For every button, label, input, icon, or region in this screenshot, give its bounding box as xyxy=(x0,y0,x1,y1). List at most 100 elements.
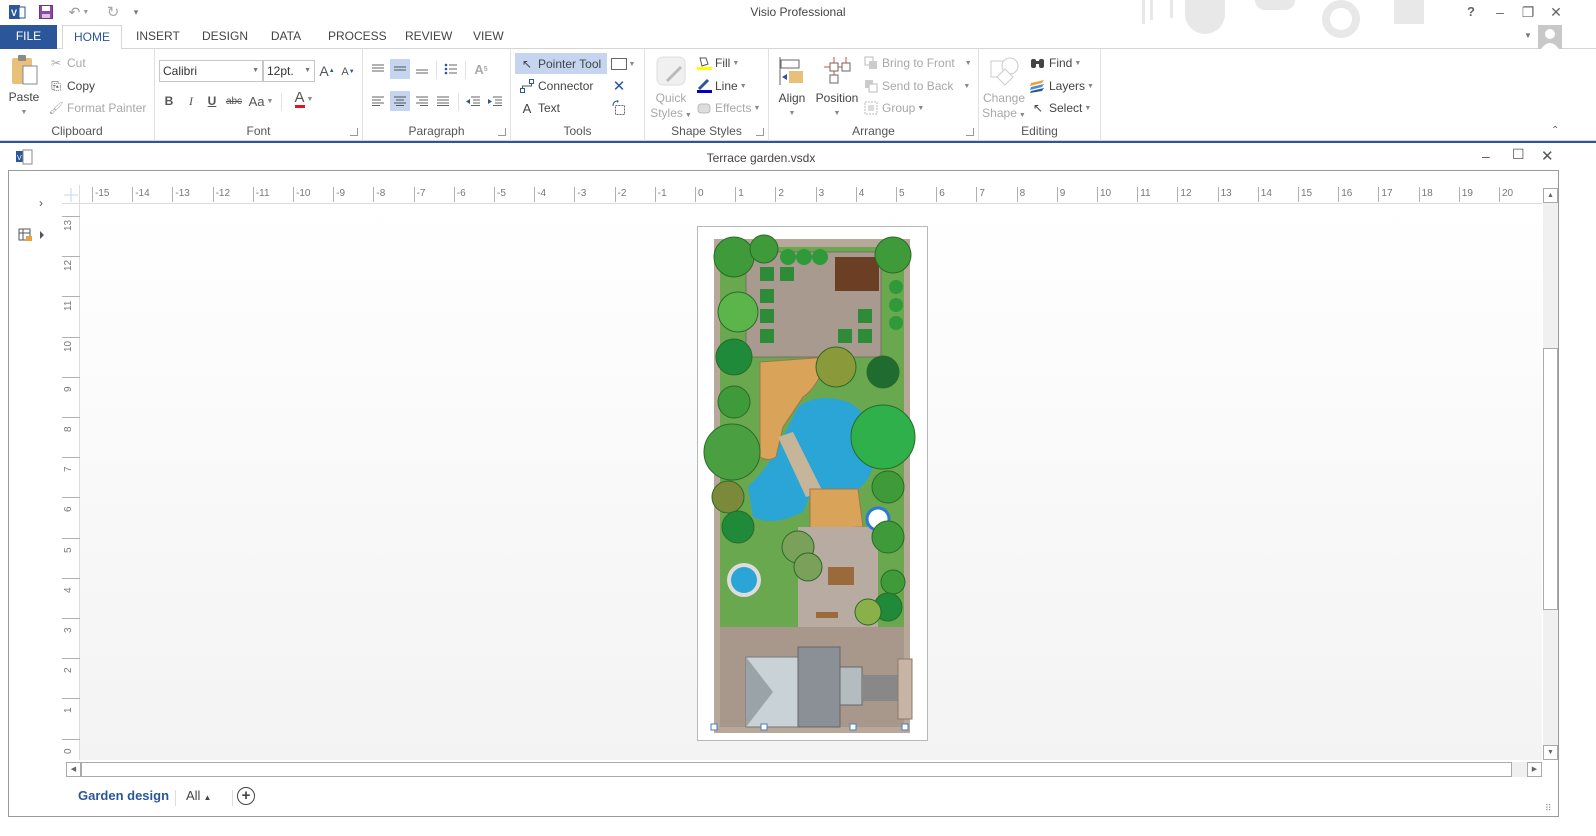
group-button[interactable]: Group ▼ xyxy=(863,98,924,118)
expand-shapes-panel-icon[interactable]: › xyxy=(39,196,43,210)
align-button[interactable]: Align ▼ xyxy=(773,55,811,121)
tab-view[interactable]: VIEW xyxy=(465,25,510,49)
ruler-tick: -13 xyxy=(172,187,190,202)
help-button[interactable]: ? xyxy=(1458,3,1484,21)
font-size-dropdown[interactable]: 12pt. ▼ xyxy=(263,60,315,82)
close-button[interactable]: ✕ xyxy=(1543,3,1569,21)
arrange-dialog-launcher[interactable] xyxy=(966,128,974,136)
justify-button[interactable] xyxy=(433,91,453,111)
connector-button[interactable]: Connector xyxy=(519,76,593,96)
select-button[interactable]: ↖ Select ▼ xyxy=(1030,98,1091,118)
bring-to-front-button[interactable]: Bring to Front ▼ xyxy=(863,53,972,73)
tab-file[interactable]: FILE xyxy=(0,25,57,49)
user-avatar[interactable] xyxy=(1538,25,1562,49)
account-dropdown-icon[interactable]: ▼ xyxy=(1524,31,1532,40)
tab-design[interactable]: DESIGN xyxy=(194,25,252,49)
align-bottom-button[interactable] xyxy=(412,59,432,79)
porch-roof xyxy=(839,666,863,706)
tab-process[interactable]: PROCESS xyxy=(320,25,388,49)
drawing-page[interactable] xyxy=(697,226,928,741)
restore-button[interactable]: ❐ xyxy=(1515,3,1541,21)
cut-button[interactable]: ✂ Cut xyxy=(48,53,86,73)
ruler-tick: 12 xyxy=(62,256,80,271)
quick-styles-button[interactable]: Quick Styles ▼ xyxy=(649,55,693,123)
italic-button[interactable]: I xyxy=(181,91,201,111)
divider xyxy=(232,790,233,806)
increase-indent-button[interactable] xyxy=(485,91,505,111)
collapse-ribbon-icon[interactable]: ⌃ xyxy=(1551,125,1559,136)
align-top-button[interactable] xyxy=(368,59,388,79)
font-dialog-launcher[interactable] xyxy=(350,128,358,136)
tab-review[interactable]: REVIEW xyxy=(397,25,455,49)
horizontal-scrollbar[interactable]: ◀ ▶ xyxy=(66,762,1542,777)
send-to-back-button[interactable]: Send to Back ▼ xyxy=(863,76,970,96)
change-case-label: Aa xyxy=(248,93,265,109)
strikethrough-button[interactable]: abc xyxy=(224,91,244,111)
align-label: Align xyxy=(778,91,806,105)
ruler-tick-label: 2 xyxy=(63,667,74,674)
line-button[interactable]: Line ▼ xyxy=(696,76,747,96)
rectangle-tool-button[interactable]: ▼ xyxy=(609,54,637,74)
horizontal-ruler: -15 -14 -13 -12 -11 -10 -9 -8 -7 -6 -5 -4 -3 -2 -1 0 1 2 3… xyxy=(80,185,1542,204)
scroll-down-button[interactable]: ▼ xyxy=(1543,745,1558,760)
horizontal-scroll-thumb[interactable] xyxy=(81,762,1512,777)
bullets-icon xyxy=(444,63,457,75)
tab-data[interactable]: DATA xyxy=(262,25,310,49)
scroll-right-button[interactable]: ▶ xyxy=(1527,762,1542,777)
ruler-tick: 11 xyxy=(1137,187,1151,202)
text-tool-button[interactable]: A Text xyxy=(519,98,560,118)
doc-close-button[interactable]: ✕ xyxy=(1541,147,1554,165)
ruler-tick: 13 xyxy=(62,216,80,231)
align-top-icon xyxy=(372,64,384,72)
rotate-shape-button[interactable] xyxy=(609,98,629,118)
doc-minimize-button[interactable]: – xyxy=(1482,148,1490,164)
decoration xyxy=(1394,0,1424,24)
align-center-button[interactable] xyxy=(390,91,410,111)
layers-button[interactable]: Layers ▼ xyxy=(1030,76,1094,96)
bullets-button[interactable] xyxy=(441,59,461,79)
underline-button[interactable]: U xyxy=(202,91,222,111)
change-case-button[interactable]: Aa ▼ xyxy=(247,91,275,111)
pointer-tool-button[interactable]: ↖ Pointer Tool xyxy=(515,53,607,74)
vertical-scrollbar[interactable]: ▲ ▼ xyxy=(1543,188,1558,760)
grow-font-button[interactable]: A ▲ xyxy=(317,61,337,81)
scroll-left-button[interactable]: ◀ xyxy=(66,762,81,777)
vertical-scroll-thumb[interactable] xyxy=(1543,348,1558,610)
all-pages-label: All xyxy=(186,788,201,803)
all-pages-button[interactable]: All ▲ xyxy=(186,788,211,803)
ruler-tick-label: 1 xyxy=(63,707,74,714)
tab-insert[interactable]: INSERT xyxy=(128,25,184,49)
format-painter-button[interactable]: 🖌 Format Painter xyxy=(48,98,146,118)
fill-button[interactable]: Fill ▼ xyxy=(696,53,739,73)
copy-button[interactable]: ⎘ Copy xyxy=(48,76,95,96)
ruler-tick-label: 3 xyxy=(63,627,74,633)
minimize-button[interactable]: – xyxy=(1487,3,1513,21)
paste-button[interactable]: Paste ▼ xyxy=(6,54,42,120)
doc-maximize-button[interactable]: ☐ xyxy=(1512,146,1525,163)
tab-home[interactable]: HOME xyxy=(62,25,122,50)
paragraph-dialog-launcher[interactable] xyxy=(498,128,506,136)
decrease-indent-button[interactable] xyxy=(463,91,483,111)
align-right-button[interactable] xyxy=(412,91,432,111)
shape-styles-dialog-launcher[interactable] xyxy=(756,128,764,136)
text-direction-button[interactable]: A5 xyxy=(471,59,491,79)
add-page-button[interactable]: + xyxy=(237,787,255,805)
page-tab-garden-design[interactable]: Garden design xyxy=(78,788,169,803)
scroll-up-button[interactable]: ▲ xyxy=(1543,188,1558,203)
bring-to-front-label: Bring to Front xyxy=(882,56,955,70)
position-button[interactable]: Position ▼ xyxy=(813,55,861,121)
resize-grip-icon[interactable]: ⠿ xyxy=(1545,803,1552,814)
align-left-button[interactable] xyxy=(368,91,388,111)
shapes-stencil-icon[interactable] xyxy=(18,227,46,246)
align-middle-button[interactable] xyxy=(390,59,410,79)
change-shape-button[interactable]: Change Shape ▼ xyxy=(981,55,1027,123)
effects-button[interactable]: Effects ▼ xyxy=(696,98,760,118)
shrink-font-button[interactable]: A ▼ xyxy=(338,62,358,82)
bold-button[interactable]: B xyxy=(159,91,179,111)
delete-connector-button[interactable]: ✕ xyxy=(609,76,629,96)
decrease-indent-icon xyxy=(466,96,480,106)
font-name-dropdown[interactable]: Calibri ▼ xyxy=(159,60,263,82)
font-color-button[interactable]: A ▼ xyxy=(287,89,321,109)
ruler-tick: 10 xyxy=(62,336,80,352)
find-button[interactable]: Find ▼ xyxy=(1030,53,1081,73)
